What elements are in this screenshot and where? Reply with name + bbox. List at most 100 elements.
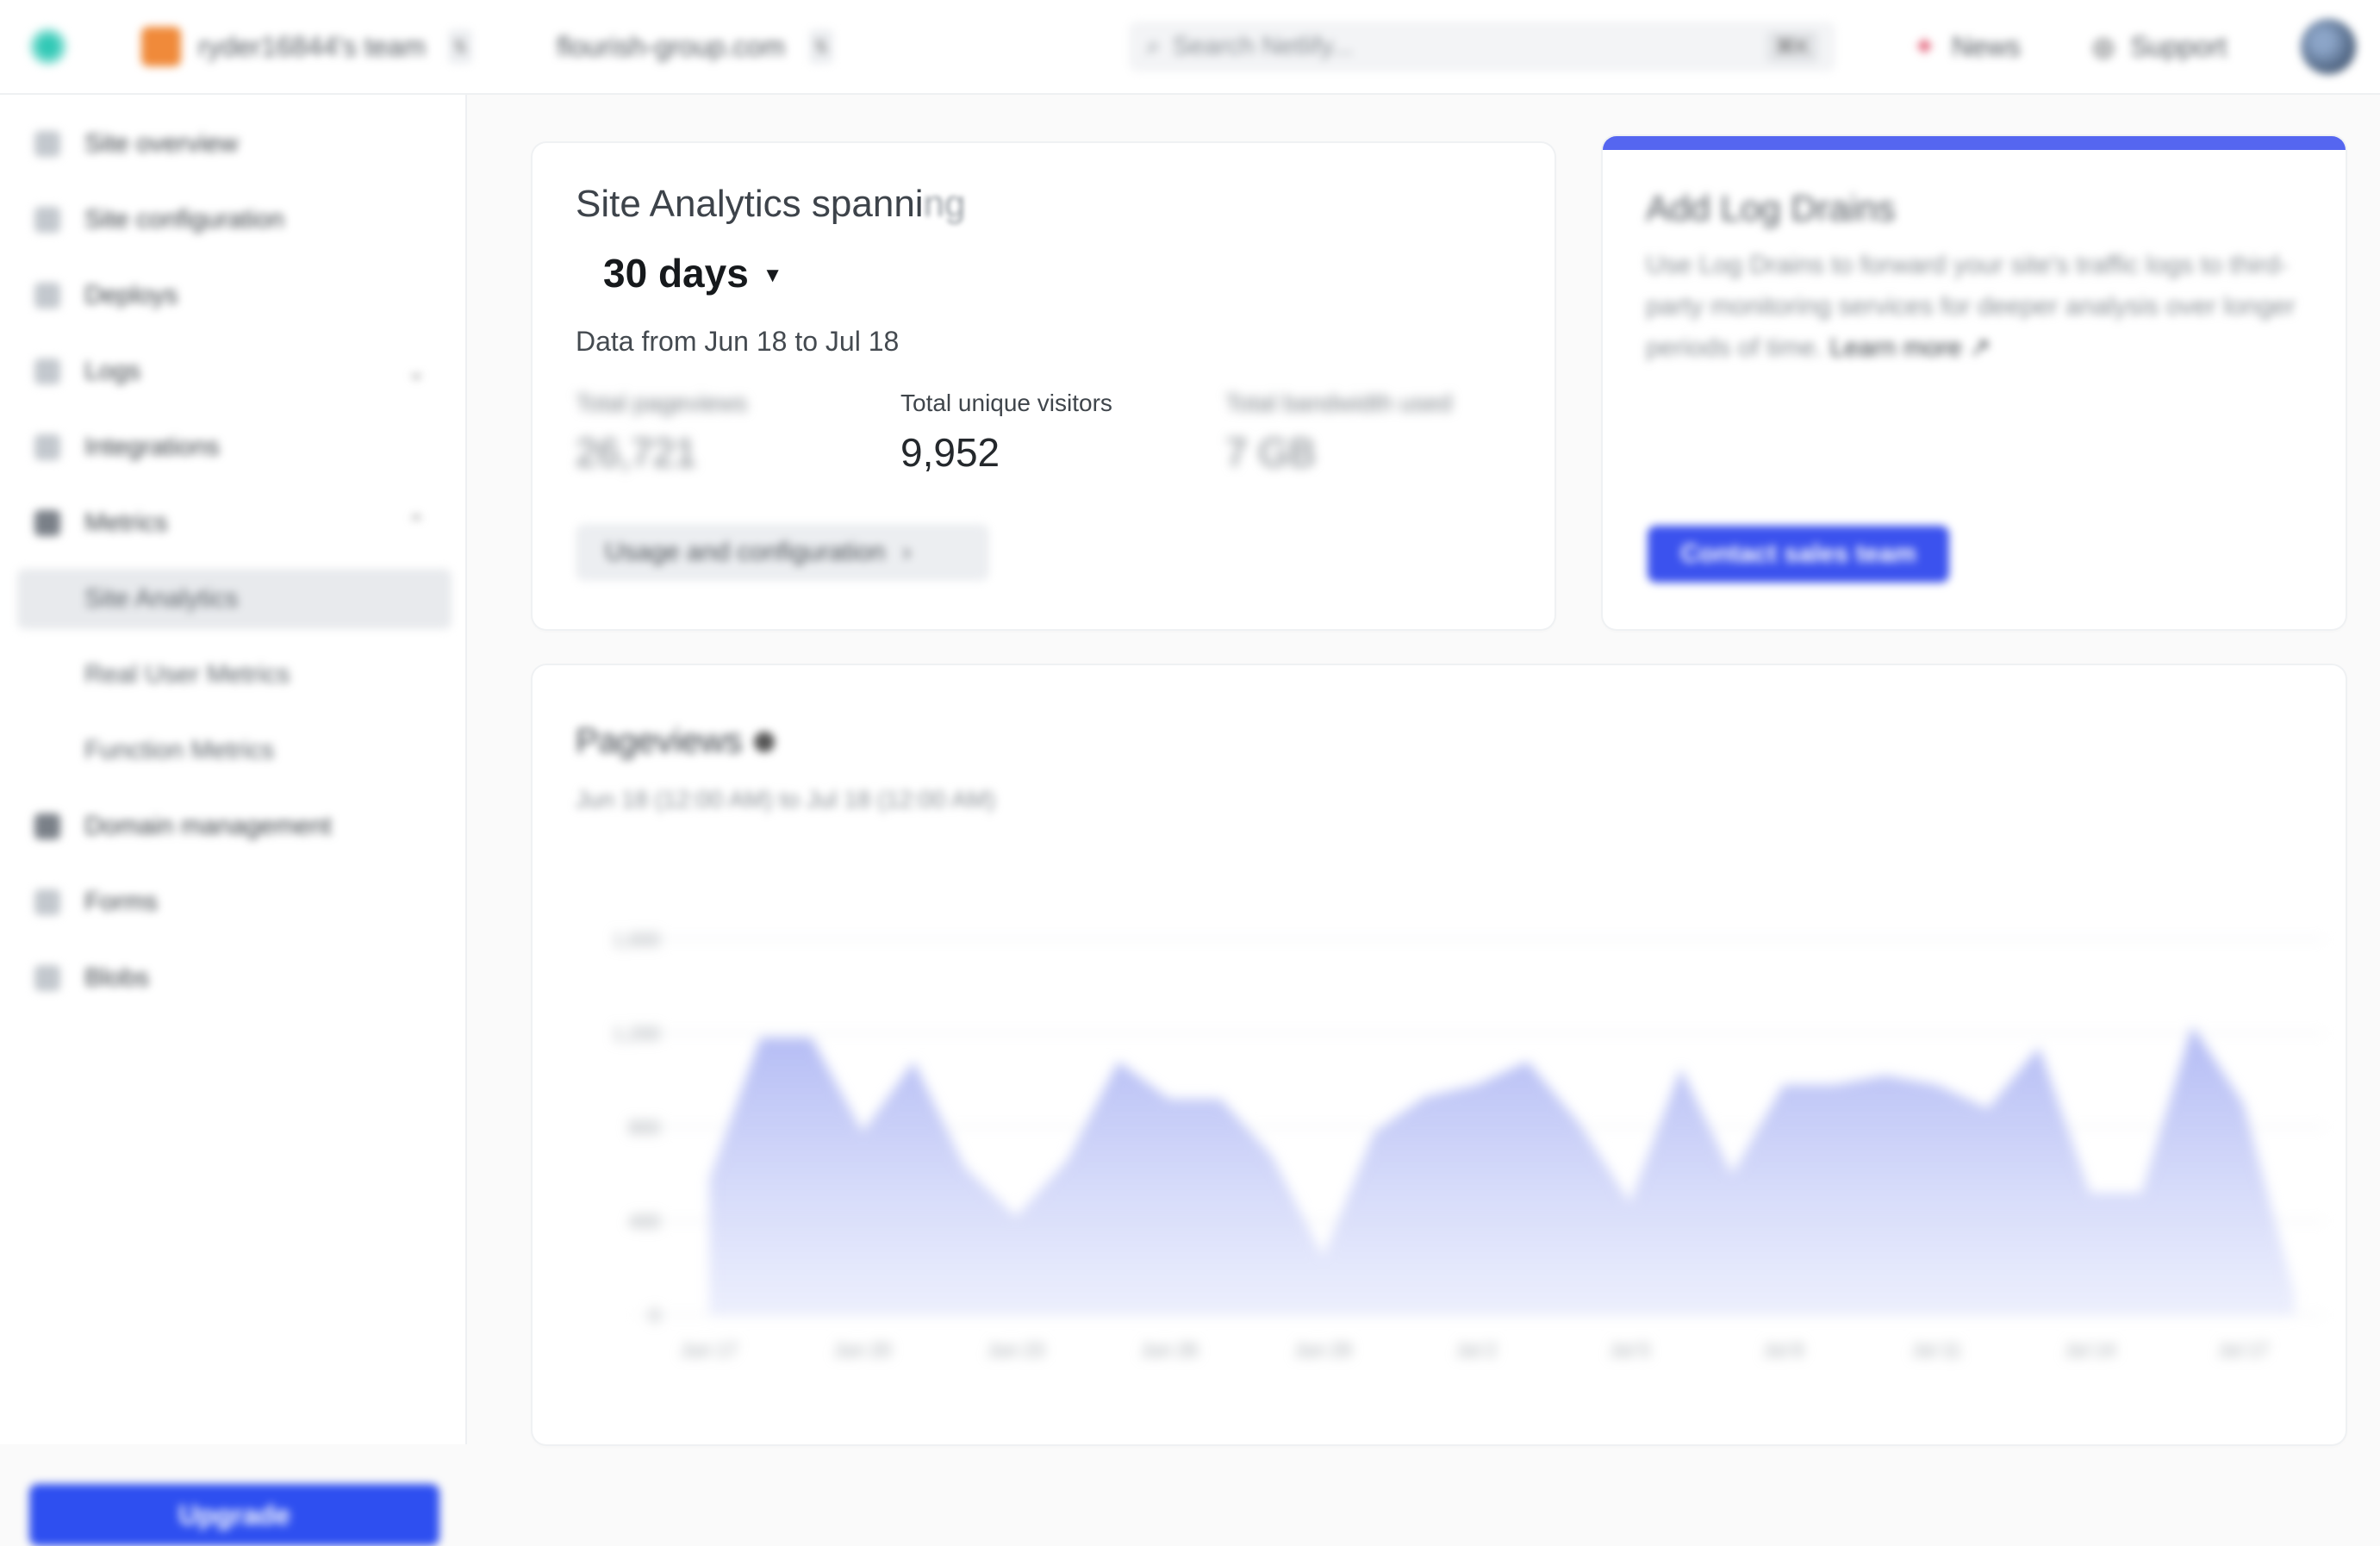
upgrade-button[interactable]: Upgrade: [29, 1484, 439, 1546]
sidebar-item-label: Blobs: [84, 963, 150, 992]
site-name: flourish-group.com: [557, 30, 785, 62]
netlify-logo[interactable]: [29, 0, 67, 93]
support-button[interactable]: ◎ Support: [2092, 0, 2227, 93]
sidebar-item-metrics[interactable]: Metrics ⌃: [17, 493, 452, 553]
sidebar-item-site-overview[interactable]: Site overview: [17, 114, 452, 174]
domain-icon: [34, 814, 60, 839]
sidebar-item-integrations[interactable]: Integrations: [17, 417, 452, 477]
x-tick-label: Jul 11: [1912, 1339, 1961, 1361]
metrics-icon: [34, 510, 60, 536]
sidebar-item-blobs[interactable]: Blobs: [17, 948, 452, 1008]
sidebar-item-label: Integrations: [84, 433, 220, 461]
sidebar-item-domain-management[interactable]: Domain management: [17, 796, 452, 857]
chevron-down-icon: ⌄: [407, 358, 426, 384]
y-tick-label: 400: [628, 1211, 660, 1232]
news-label: News: [1951, 30, 2021, 62]
x-tick-label: Jul 17: [2218, 1339, 2269, 1361]
x-tick-label: Jul 5: [1610, 1339, 1649, 1361]
log-drains-description: Use Log Drains to forward your site's tr…: [1646, 245, 2301, 369]
help-icon: ◎: [2092, 32, 2115, 61]
date-range-description: Data from Jun 18 to Jul 18: [576, 326, 900, 357]
stat-total-unique-visitors: Total unique visitors 9,952: [900, 390, 1112, 476]
sidebar-item-label: Site configuration: [84, 205, 284, 234]
y-tick-label: 0: [650, 1305, 660, 1326]
title-text: Site Analytics spanni: [576, 183, 924, 225]
team-switcher[interactable]: ryder16844's team ⇅: [141, 0, 473, 93]
sidebar-item-real-user-metrics[interactable]: Real User Metrics: [17, 645, 452, 705]
search-bar[interactable]: ⌕ Search Netlify... ⌘K: [1129, 0, 1835, 93]
usage-button-label: Usage and configuration: [605, 538, 886, 566]
support-label: Support: [2130, 30, 2227, 62]
sidebar-item-label: Metrics: [84, 508, 168, 537]
chevron-updown-icon[interactable]: ⇅: [448, 29, 473, 64]
stat-label: Total unique visitors: [900, 390, 1112, 416]
blobs-icon: [34, 965, 60, 991]
chart-area-layer: [709, 1025, 2295, 1315]
logo-icon: [29, 28, 67, 65]
x-tick-label: Jun 20: [834, 1339, 891, 1361]
megaphone-icon: ✦: [1913, 31, 1936, 62]
x-tick-label: Jun 26: [1141, 1339, 1198, 1361]
chevron-up-icon: ⌃: [407, 509, 426, 536]
sidebar-item-label: Logs: [84, 357, 141, 385]
x-tick-label: Jul 2: [1456, 1339, 1496, 1361]
arrow-right-icon: ›: [902, 538, 912, 566]
page-title: Site Analytics spanning: [576, 183, 966, 226]
forms-icon: [34, 889, 60, 915]
log-drains-title: Add Log Drains: [1646, 188, 1896, 228]
stat-label: Total bandwidth used: [1225, 390, 1453, 416]
sidebar-item-logs[interactable]: Logs ⌄: [17, 341, 452, 402]
sidebar-item-label: Function Metrics: [84, 736, 275, 764]
stat-value: 7 GB: [1225, 430, 1316, 475]
y-tick-label: 1,200: [613, 1023, 660, 1044]
user-menu[interactable]: [2301, 0, 2356, 93]
sidebar-item-deploys[interactable]: Deploys: [17, 265, 452, 326]
avatar: [2301, 19, 2356, 74]
search-icon: ⌕: [1146, 32, 1161, 60]
stat-label: Total pageviews: [576, 390, 748, 416]
pageviews-chart-card: Pageviews Jun 18 (12:00 AM) to Jul 18 (1…: [533, 665, 2346, 1444]
stat-value: 26,721: [576, 430, 697, 475]
sidebar-item-label: Forms: [84, 888, 158, 916]
x-tick-label: Jun 17: [681, 1339, 738, 1361]
x-tick-label: Jul 8: [1763, 1339, 1803, 1361]
team-name: ryder16844's team: [198, 30, 427, 62]
stat-value: 9,952: [900, 430, 1000, 475]
pageviews-area-series: [709, 1025, 2295, 1315]
top-bar: ryder16844's team ⇅ flourish-group.com ⇅…: [0, 0, 2380, 95]
sidebar-item-label: Site Analytics: [84, 584, 239, 613]
sidebar-item-label: Deploys: [84, 281, 178, 309]
sidebar-item-function-metrics[interactable]: Function Metrics: [17, 720, 452, 781]
overview-icon: [34, 131, 60, 157]
logs-icon: [34, 358, 60, 384]
sidebar-item-label: Real User Metrics: [84, 660, 290, 689]
sidebar-item-forms[interactable]: Forms: [17, 872, 452, 932]
learn-more-link[interactable]: Learn more ↗: [1829, 334, 1991, 362]
log-drains-card: Add Log Drains Use Log Drains to forward…: [1603, 136, 2346, 629]
date-range-dropdown[interactable]: 30 days ▼: [603, 250, 783, 296]
news-button[interactable]: ✦ News: [1913, 0, 2021, 93]
site-analytics-card: Site Analytics spanning 30 days ▼ Data f…: [533, 143, 1554, 629]
sidebar-item-site-configuration[interactable]: Site configuration: [17, 190, 452, 250]
deploy-icon: [34, 283, 60, 309]
y-axis: 0 400 800 1,200 1,600: [613, 929, 660, 1326]
stat-total-pageviews: Total pageviews 26,721: [576, 390, 747, 476]
search-shortcut: ⌘K: [1766, 30, 1818, 63]
x-tick-label: Jul 14: [2065, 1339, 2115, 1361]
contact-sales-button[interactable]: Contact sales team: [1648, 526, 1949, 583]
chevron-updown-icon[interactable]: ⇅: [809, 29, 833, 64]
accent-bar: [1603, 136, 2346, 150]
y-tick-label: 1,600: [613, 929, 660, 951]
title-text-faded: ng: [923, 183, 966, 225]
usage-and-configuration-button[interactable]: Usage and configuration ›: [576, 524, 989, 581]
site-switcher[interactable]: flourish-group.com ⇅: [557, 0, 833, 93]
chevron-down-icon: ▼: [762, 264, 783, 287]
search-input[interactable]: Search Netlify...: [1173, 32, 1354, 61]
stat-total-bandwidth: Total bandwidth used 7 GB: [1225, 390, 1452, 476]
x-tick-label: Jun 29: [1294, 1339, 1351, 1361]
sidebar-item-site-analytics[interactable]: Site Analytics: [17, 569, 452, 629]
sidebar-item-label: Site overview: [84, 129, 239, 158]
x-axis: Jun 17 Jun 20 Jun 23 Jun 26 Jun 29 Jul 2 Jul 5…: [681, 1339, 2269, 1361]
y-tick-label: 800: [628, 1117, 660, 1138]
sidebar-item-label: Domain management: [84, 812, 332, 840]
